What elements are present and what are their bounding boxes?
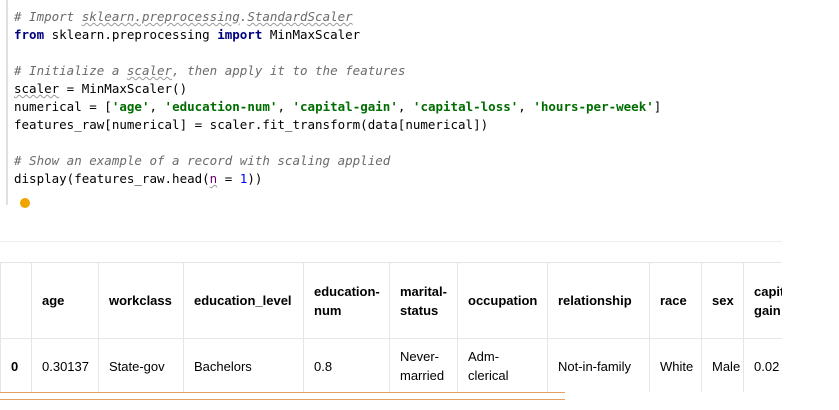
assignment: = MinMaxScaler(): [59, 81, 188, 96]
code-line-9: # Show an example of a record with scali…: [14, 152, 390, 170]
horizontal-scrollbar[interactable]: [0, 392, 565, 400]
keyword-import: import: [217, 27, 263, 42]
code-text: ,: [397, 99, 413, 114]
keyword-from: from: [14, 27, 45, 42]
imported-name: MinMaxScaler: [262, 27, 361, 42]
code-cell[interactable]: # Import sklearn.preprocessing.StandardS…: [6, 0, 784, 205]
code-line-2: from sklearn.preprocessing import MinMax…: [14, 26, 360, 44]
module-name: sklearn.preprocessing: [44, 27, 218, 42]
column-header: marital-status: [389, 262, 458, 339]
table-cell: Adm-clerical: [457, 338, 548, 392]
table-cell: Bachelors: [183, 338, 304, 392]
column-header: workclass: [98, 262, 184, 339]
code-text: )): [247, 171, 263, 186]
comment-class: StandardScaler: [247, 9, 353, 24]
code-line-4: # Initialize a scaler, then apply it to …: [14, 62, 405, 80]
dataframe-table: age workclass education_level education-…: [0, 262, 782, 392]
column-header: capital-gain: [743, 262, 782, 339]
table-cell: State-gov: [98, 338, 184, 392]
code-line-6: numerical = ['age', 'education-num', 'ca…: [14, 98, 661, 116]
string-literal: 'hours-per-week': [533, 99, 654, 114]
table-cell: 0.8: [303, 338, 390, 392]
column-header: education_level: [183, 262, 304, 339]
column-header: sex: [701, 262, 744, 339]
table-cell: Not-in-family: [547, 338, 650, 392]
table-header-row: age workclass education_level education-…: [0, 262, 782, 339]
code-text: ]: [653, 99, 662, 114]
table-cell: 0.02: [743, 338, 782, 392]
code-text: ,: [518, 99, 534, 114]
running-indicator-icon: [20, 198, 30, 208]
row-index: 0: [0, 338, 32, 392]
table-cell: White: [649, 338, 702, 392]
comment-text: # Initialize a: [14, 63, 127, 78]
code-text: ,: [277, 99, 293, 114]
comment: # Initialize a scaler, then apply it to …: [14, 63, 405, 78]
table-row: 0 0.30137 State-gov Bachelors 0.8 Never-…: [0, 338, 782, 392]
column-header: education-num: [303, 262, 390, 339]
table-cell: Never-married: [389, 338, 458, 392]
comment-text: , then apply it to the features: [172, 63, 406, 78]
output-dataframe: age workclass education_level education-…: [0, 262, 782, 392]
comment: # Import sklearn.preprocessing.StandardS…: [14, 9, 353, 24]
code-text: =: [217, 171, 240, 186]
code-text: display(features_raw.head(: [14, 171, 210, 186]
output-separator: [0, 241, 782, 242]
code-line-5: scaler = MinMaxScaler(): [14, 80, 187, 98]
table-cell: 0.30137: [31, 338, 99, 392]
string-literal: 'capital-loss': [412, 99, 519, 114]
comment-text: # Import: [14, 9, 82, 24]
comment-module: sklearn.preprocessing: [81, 9, 240, 24]
column-header: [0, 262, 32, 339]
code-line-10: display(features_raw.head(n = 1)): [14, 170, 262, 188]
string-literal: 'age': [111, 99, 150, 114]
comment-word: scaler: [126, 63, 173, 78]
column-header: relationship: [547, 262, 650, 339]
column-header: race: [649, 262, 702, 339]
string-literal: 'capital-gain': [292, 99, 398, 114]
code-line-1: # Import sklearn.preprocessing.StandardS…: [14, 8, 353, 26]
string-literal: 'education-num': [164, 99, 278, 114]
column-header: age: [31, 262, 99, 339]
table-cell: Male: [701, 338, 744, 392]
code-text: numerical = [: [14, 99, 112, 114]
comment: # Show an example of a record with scali…: [14, 153, 391, 168]
code-line-7: features_raw[numerical] = scaler.fit_tra…: [14, 117, 489, 132]
variable-scaler: scaler: [14, 81, 60, 96]
code-text: ,: [149, 99, 165, 114]
column-header: occupation: [457, 262, 548, 339]
